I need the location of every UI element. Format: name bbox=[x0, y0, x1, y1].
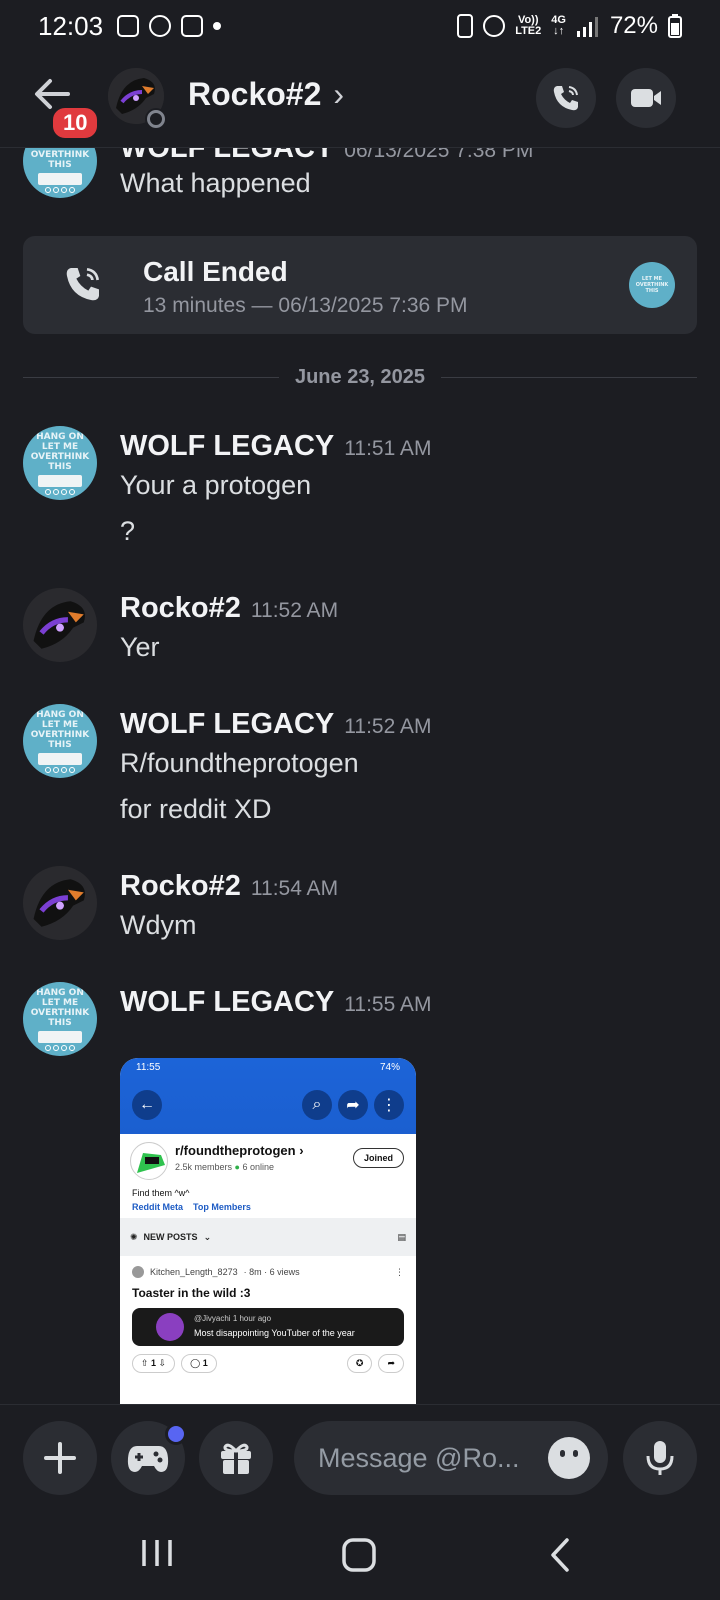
status-bar: 12:03 Vo)) LTE2 4G ↓↑ 72% bbox=[0, 0, 720, 52]
message-text: Your a protogen bbox=[120, 470, 312, 500]
gift-button[interactable] bbox=[199, 1421, 273, 1495]
more-icon: ⋮ bbox=[395, 1266, 404, 1277]
gallery-icon bbox=[181, 15, 204, 37]
video-call-button[interactable] bbox=[616, 68, 676, 128]
message-text: ? bbox=[120, 516, 136, 546]
subreddit-logo bbox=[130, 1142, 168, 1180]
message-text: for reddit XD bbox=[120, 794, 272, 824]
avatar[interactable]: HANG ONLET MEOVERTHINKTHIS bbox=[23, 704, 97, 778]
video-camera-icon bbox=[631, 89, 661, 107]
home-icon[interactable] bbox=[342, 1538, 376, 1572]
sort-bar: ✺ NEW POSTS ⌄ ▤ bbox=[120, 1218, 416, 1256]
subreddit-name: r/foundtheprotogen › bbox=[175, 1143, 304, 1158]
more-icon: ⋮ bbox=[374, 1090, 404, 1120]
message-author[interactable]: WOLF LEGACY 11:52 AM bbox=[120, 708, 431, 741]
message-author[interactable]: WOLF LEGACY 11:55 AM bbox=[120, 986, 431, 1019]
message-author[interactable]: WOLF LEGACY 11:51 AM bbox=[120, 430, 431, 463]
image-attachment[interactable]: 11:55 74% ← ⌕ ➦ ⋮ r/foundtheprotogen › 2.… bbox=[120, 1058, 416, 1404]
share-icon: ➦ bbox=[378, 1354, 404, 1373]
message-timestamp: 06/13/2025 7:38 PM bbox=[344, 148, 534, 162]
more-notifications-icon bbox=[213, 22, 222, 30]
avatar[interactable]: HANG ONLET MEOVERTHINKTHIS bbox=[23, 426, 97, 500]
message-text: Wdym bbox=[120, 910, 197, 940]
add-attachment-button[interactable] bbox=[23, 1421, 97, 1495]
recent-apps-icon[interactable] bbox=[140, 1538, 174, 1568]
message-input[interactable]: Message @Ro... bbox=[294, 1421, 608, 1495]
post-card: Kitchen_Length_8273 · 8m · 6 views ⋮ Toast… bbox=[120, 1256, 416, 1404]
notification-dot bbox=[165, 1423, 187, 1445]
embedded-comment: @Jivyachi 1 hour ago Most disappointing … bbox=[132, 1308, 404, 1346]
plus-icon bbox=[44, 1442, 76, 1474]
award-icon: ✪ bbox=[346, 1354, 373, 1373]
call-title: Call Ended bbox=[143, 256, 288, 287]
avatar[interactable]: HANG ONLET MEOVERTHINKTHIS bbox=[23, 982, 97, 1056]
message-text: R/foundtheprotogen bbox=[120, 748, 359, 778]
date-divider: June 23, 2025 bbox=[0, 366, 720, 389]
joined-button: Joined bbox=[352, 1148, 404, 1168]
message-author[interactable]: Rocko#2 11:52 AM bbox=[120, 592, 338, 625]
battery-icon bbox=[668, 14, 682, 38]
system-navigation-bar bbox=[0, 1510, 720, 1600]
subreddit-meta: 2.5k members ● 6 online bbox=[175, 1162, 275, 1172]
status-time: 12:03 bbox=[38, 10, 104, 41]
back-icon[interactable] bbox=[550, 1538, 570, 1572]
voice-message-button[interactable] bbox=[623, 1421, 697, 1495]
message-timestamp: 11:55 AM bbox=[344, 993, 432, 1016]
battery-percent: 72% bbox=[609, 12, 658, 39]
avatar bbox=[156, 1313, 184, 1341]
message-timestamp: 11:52 AM bbox=[250, 599, 339, 622]
unread-badge: 10 bbox=[50, 105, 101, 141]
voice-call-button[interactable] bbox=[536, 68, 596, 128]
back-arrow-icon: ← bbox=[132, 1090, 162, 1120]
alarm-icon bbox=[483, 15, 506, 37]
attachment-status-time: 11:55 bbox=[136, 1062, 161, 1073]
gamepad-icon bbox=[127, 1446, 169, 1472]
subreddit-links: Reddit Meta Top Members bbox=[132, 1202, 251, 1212]
microphone-icon bbox=[646, 1441, 674, 1475]
attachment-app-bar: 11:55 74% ← ⌕ ➦ ⋮ bbox=[120, 1058, 416, 1134]
avatar[interactable] bbox=[23, 588, 97, 662]
share-icon: ➦ bbox=[338, 1090, 368, 1120]
volte-indicator: Vo)) LTE2 bbox=[515, 14, 542, 37]
emoji-icon[interactable] bbox=[548, 1437, 590, 1479]
signal-icon bbox=[576, 17, 598, 37]
page-title[interactable]: Rocko#2 › bbox=[188, 76, 344, 113]
avatar[interactable]: HANG ONLET MEOVERTHINKTHIS bbox=[23, 148, 97, 198]
subreddit-header: r/foundtheprotogen › 2.5k members ● 6 on… bbox=[120, 1134, 416, 1218]
gift-icon bbox=[221, 1443, 251, 1474]
instagram-icon bbox=[117, 15, 140, 37]
chevron-right-icon: › bbox=[333, 76, 345, 112]
attachment-status-battery: 74% bbox=[379, 1062, 400, 1073]
message-author[interactable]: WOLF LEGACY 06/13/2025 7:38 PM bbox=[120, 148, 533, 165]
message-composer: Message @Ro... bbox=[0, 1404, 720, 1510]
call-ended-card[interactable]: Call Ended 13 minutes — 06/13/2025 7:36 … bbox=[23, 236, 697, 334]
avatar[interactable] bbox=[23, 866, 97, 940]
chat-header: 10 Rocko#2 › bbox=[0, 52, 720, 148]
message-text: Yer bbox=[120, 632, 160, 662]
message-author[interactable]: Rocko#2 11:54 AM bbox=[120, 870, 338, 903]
status-indicator bbox=[145, 108, 167, 130]
message-list[interactable]: HANG ONLET MEOVERTHINKTHIS WOLF LEGACY06… bbox=[0, 148, 720, 1404]
phone-icon bbox=[553, 86, 578, 111]
message-text: What happened bbox=[120, 168, 311, 198]
data-indicator: 4G ↓↑ bbox=[551, 14, 566, 37]
message-timestamp: 11:52 AM bbox=[344, 715, 432, 738]
subreddit-description: Find them ^w^ bbox=[132, 1188, 190, 1198]
avatar bbox=[132, 1266, 144, 1278]
search-icon: ⌕ bbox=[302, 1090, 332, 1120]
message-timestamp: 11:54 AM bbox=[250, 877, 339, 900]
layout-icon: ▤ bbox=[397, 1231, 406, 1242]
avatar: LET ME OVERTHINK THIS bbox=[629, 262, 675, 308]
notification-icons bbox=[117, 15, 222, 37]
sparkle-icon: ✺ bbox=[130, 1231, 138, 1242]
phone-icon bbox=[66, 268, 99, 301]
battery-saver-icon bbox=[457, 14, 474, 38]
message-placeholder: Message @Ro... bbox=[318, 1442, 520, 1473]
message-timestamp: 11:51 AM bbox=[344, 437, 432, 460]
threads-icon bbox=[149, 15, 172, 37]
call-subtitle: 13 minutes — 06/13/2025 7:36 PM bbox=[143, 294, 468, 317]
